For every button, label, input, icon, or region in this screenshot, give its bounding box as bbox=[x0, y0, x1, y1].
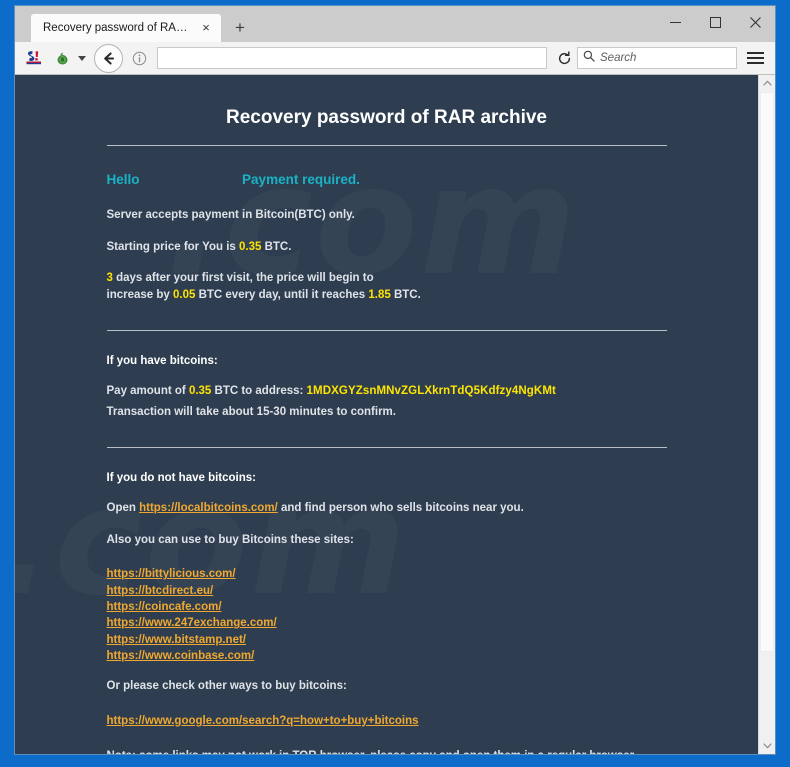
reload-icon bbox=[558, 50, 570, 64]
list-item: https://www.bitstamp.net/ bbox=[107, 632, 667, 648]
pay-instruction-line: Pay amount of 0.35 BTC to address: 1MDXG… bbox=[107, 383, 667, 400]
exchange-link[interactable]: https://www.247exchange.com/ bbox=[107, 617, 277, 629]
browser-window: Recovery password of RAR ar... × + Searc… bbox=[14, 5, 776, 755]
divider-middle bbox=[106, 329, 667, 331]
title-bar: Recovery password of RAR ar... × + bbox=[15, 6, 775, 42]
search-box[interactable]: Search bbox=[577, 47, 737, 69]
open-suffix: and find person who sells bitcoins near … bbox=[277, 502, 524, 515]
reload-button[interactable] bbox=[551, 45, 577, 71]
localbitcoins-line: Open https://localbitcoins.com/ and find… bbox=[107, 500, 667, 517]
payment-status: Payment required. bbox=[242, 172, 360, 187]
ransom-page: .com .com Recovery password of RAR archi… bbox=[15, 75, 758, 754]
scroll-up-arrow-icon[interactable] bbox=[759, 75, 775, 91]
localbitcoins-link[interactable]: https://localbitcoins.com/ bbox=[139, 502, 278, 514]
starting-price-amount: 0.35 bbox=[239, 240, 262, 253]
greeting-line: Hello Payment required. bbox=[107, 172, 667, 187]
window-controls bbox=[655, 6, 775, 38]
list-item: https://www.coinbase.com/ bbox=[107, 648, 667, 664]
list-item: https://btcdirect.eu/ bbox=[107, 583, 667, 599]
scroll-down-arrow-icon[interactable] bbox=[759, 738, 775, 754]
back-arrow-icon bbox=[104, 51, 115, 65]
s-icon[interactable] bbox=[21, 45, 47, 71]
page-viewport: .com .com Recovery password of RAR archi… bbox=[15, 75, 775, 754]
also-sites-line: Also you can use to buy Bitcoins these s… bbox=[106, 533, 354, 546]
escalation-text-3: BTC every day, until it reaches bbox=[195, 289, 369, 302]
google-search-line: https://www.google.com/search?q=how+to+b… bbox=[107, 713, 667, 730]
exchange-link-list: https://bittylicious.com/ https://btcdir… bbox=[107, 566, 667, 664]
info-icon bbox=[132, 51, 146, 65]
other-ways-line: Or please check other ways to buy bitcoi… bbox=[106, 680, 347, 693]
navigation-toolbar: Search bbox=[15, 42, 775, 75]
escalation-text-4: BTC. bbox=[390, 289, 421, 302]
exchange-link[interactable]: https://coincafe.com/ bbox=[107, 601, 222, 613]
escalation-max: 1.85 bbox=[368, 289, 391, 302]
have-bitcoins-heading: If you have bitcoins: bbox=[106, 354, 218, 367]
tor-onion-button[interactable] bbox=[49, 45, 86, 71]
google-search-link[interactable]: https://www.google.com/search?q=how+to+b… bbox=[107, 715, 419, 727]
escalation-step: 0.05 bbox=[172, 289, 196, 302]
page-info-button[interactable] bbox=[127, 46, 151, 70]
back-button[interactable] bbox=[94, 43, 123, 73]
exchange-link[interactable]: https://www.coinbase.com/ bbox=[107, 650, 255, 662]
divider-bottom bbox=[106, 447, 667, 449]
browser-tab[interactable]: Recovery password of RAR ar... × bbox=[31, 14, 221, 42]
search-placeholder: Search bbox=[600, 52, 637, 64]
onion-icon bbox=[49, 45, 75, 71]
escalation-text-2: increase by bbox=[106, 289, 173, 302]
exchange-link[interactable]: https://btcdirect.eu/ bbox=[107, 585, 214, 597]
address-input[interactable] bbox=[158, 48, 546, 68]
maximize-icon bbox=[709, 16, 721, 28]
escalation-text-1: days after your first visit, the price w… bbox=[112, 272, 374, 285]
address-bar[interactable] bbox=[157, 47, 547, 69]
tab-title: Recovery password of RAR ar... bbox=[43, 22, 193, 34]
minimize-icon bbox=[669, 21, 681, 23]
price-escalation-line: 3 days after your first visit, the price… bbox=[107, 270, 667, 303]
close-icon bbox=[749, 16, 761, 28]
open-prefix: Open bbox=[106, 502, 140, 515]
starting-price-line: Starting price for You is 0.35 BTC. bbox=[107, 239, 667, 256]
chevron-down-icon bbox=[78, 55, 86, 61]
page-title: Recovery password of RAR archive bbox=[225, 107, 547, 128]
close-tab-icon[interactable]: × bbox=[199, 21, 213, 35]
vertical-scrollbar[interactable] bbox=[758, 75, 775, 754]
desktop-background: Recovery password of RAR ar... × + Searc… bbox=[0, 0, 790, 767]
page-content: Recovery password of RAR archive Hello P… bbox=[15, 75, 758, 754]
bitcoin-address[interactable]: 1MDXGYZsnMNvZGLXkrnTdQ5Kdfzy4NgKMt bbox=[307, 385, 556, 397]
starting-price-prefix: Starting price for You is bbox=[106, 240, 239, 253]
new-tab-button[interactable]: + bbox=[227, 15, 253, 41]
tor-note-line: Note: some links may not work in TOR bro… bbox=[107, 748, 667, 754]
starting-price-suffix: BTC. bbox=[261, 240, 292, 253]
list-item: https://www.247exchange.com/ bbox=[107, 615, 667, 631]
divider-top bbox=[106, 145, 667, 146]
scrollbar-thumb[interactable] bbox=[760, 92, 774, 652]
no-bitcoins-heading: If you do not have bitcoins: bbox=[106, 472, 257, 485]
pay-prefix: Pay amount of bbox=[106, 384, 189, 397]
exchange-link[interactable]: https://bittylicious.com/ bbox=[107, 568, 236, 580]
exchange-link[interactable]: https://www.bitstamp.net/ bbox=[107, 634, 247, 646]
minimize-button[interactable] bbox=[655, 6, 695, 38]
hamburger-menu-icon[interactable] bbox=[741, 45, 769, 71]
greeting-hello: Hello bbox=[106, 172, 140, 187]
pay-mid: BTC to address: bbox=[211, 384, 307, 397]
search-icon bbox=[583, 49, 595, 67]
list-item: https://coincafe.com/ bbox=[107, 599, 667, 615]
maximize-button[interactable] bbox=[695, 6, 735, 38]
close-button[interactable] bbox=[735, 6, 775, 38]
list-item: https://bittylicious.com/ bbox=[107, 566, 667, 582]
accepts-line: Server accepts payment in Bitcoin(BTC) o… bbox=[106, 209, 355, 221]
confirm-note: Transaction will take about 15-30 minute… bbox=[106, 406, 396, 419]
pay-amount: 0.35 bbox=[188, 384, 212, 397]
